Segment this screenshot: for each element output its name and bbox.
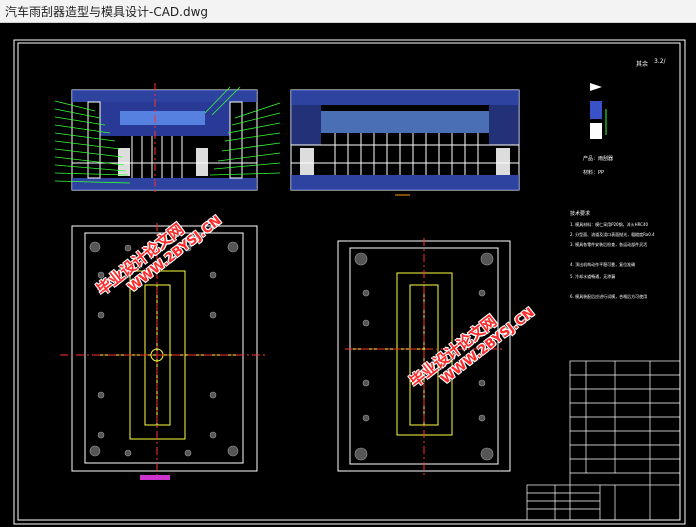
roughness-note: 其余 — [636, 60, 648, 68]
tech-req-line: 3. 模具各零件安装后检查，各运动部件灵活 — [570, 241, 647, 247]
tech-req-line: 4. 顶出机构动作平稳可靠，复位准确 — [570, 261, 635, 267]
tech-req-line: 1. 模具材料：模仁采用P20钢，淬火HRC40 — [570, 221, 649, 227]
tech-req-line: 2. 分型面、流道及浇口表面抛光，粗糙度Ra0.4 — [570, 231, 655, 237]
tech-req-heading: 技术要求 — [570, 210, 590, 217]
part-label: 产品：雨刮器 — [583, 155, 613, 162]
tech-req-line: 6. 模具装配后应进行试模，合格后方可使用 — [570, 293, 647, 299]
detail-view — [590, 83, 607, 139]
window-titlebar: 汽车雨刮器造型与模具设计-CAD.dwg — [0, 0, 696, 23]
front-section-view — [54, 83, 281, 193]
tech-req-line: 5. 冷却水道畅通，无渗漏 — [570, 273, 615, 279]
material-label: 材料：PP — [583, 169, 604, 176]
window-title: 汽车雨刮器造型与模具设计-CAD.dwg — [5, 5, 209, 19]
side-section-view — [290, 89, 520, 196]
cad-drawing-canvas[interactable]: 其余 3.2/ 产品：雨刮器 材料：PP 技术要求 1. 模具材料：模仁采用P2… — [0, 23, 696, 527]
roughness-symbol: 3.2/ — [654, 58, 667, 65]
title-block — [526, 360, 681, 521]
technical-requirements: 技术要求 1. 模具材料：模仁采用P20钢，淬火HRC40 2. 分型面、流道及… — [570, 210, 655, 299]
